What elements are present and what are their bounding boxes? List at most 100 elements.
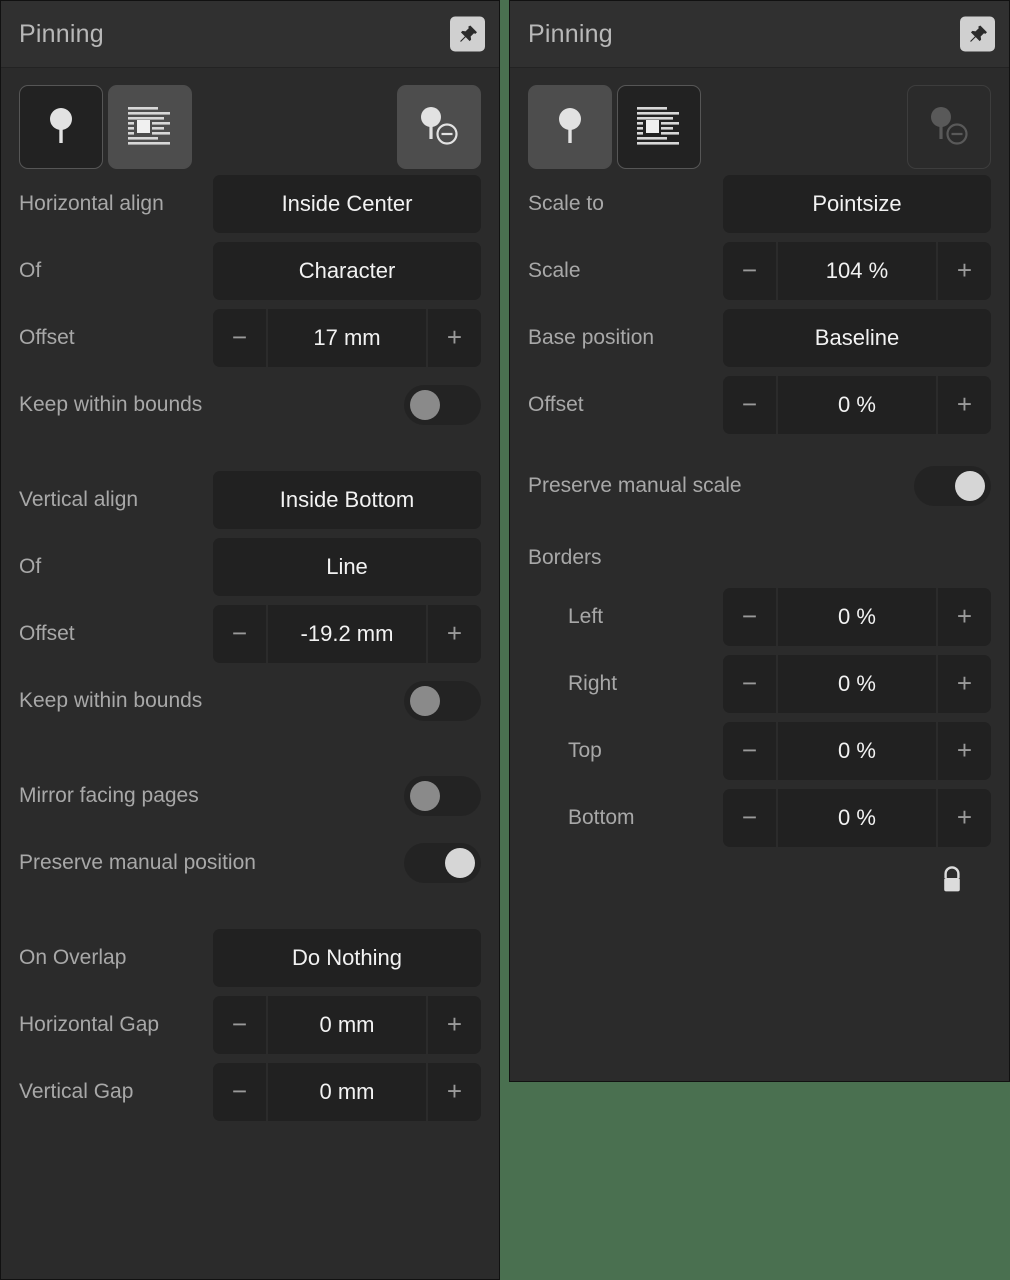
minus-icon[interactable]: − <box>213 308 266 367</box>
stepper-value[interactable]: 0 mm <box>268 1062 426 1121</box>
setting-control: −0 % + <box>723 788 991 847</box>
minus-icon[interactable]: − <box>723 375 776 434</box>
dropdown-of[interactable]: Character <box>213 241 481 300</box>
setting-label: Base position <box>528 325 655 349</box>
dropdown-vertical-align[interactable]: Inside Bottom <box>213 470 481 529</box>
setting-row-bottom: Bottom −0 % + <box>510 784 1009 851</box>
setting-label: Keep within bounds <box>19 392 203 416</box>
toggle-keep-within-bounds[interactable] <box>404 680 481 721</box>
toggle-keep-within-bounds[interactable] <box>404 384 481 425</box>
text-wrap-anchor-icon-button[interactable] <box>108 85 192 169</box>
plus-icon[interactable]: + <box>938 241 991 300</box>
minus-icon[interactable]: − <box>723 241 776 300</box>
dropdown-horizontal-align[interactable]: Inside Center <box>213 174 481 233</box>
text-wrap-anchor-icon-button[interactable] <box>617 85 701 169</box>
plus-icon[interactable]: + <box>938 375 991 434</box>
setting-label: Vertical Gap <box>19 1079 134 1103</box>
dropdown-of[interactable]: Line <box>213 537 481 596</box>
setting-row-keep-within-bounds: Keep within bounds <box>1 371 499 438</box>
setting-row-scale: Scale −104 % + <box>510 237 1009 304</box>
pin-icon[interactable] <box>960 16 995 52</box>
remove-pin-icon-button[interactable] <box>397 85 481 169</box>
stepper-value[interactable]: 17 mm <box>268 308 426 367</box>
stepper-offset: −17 mm + <box>213 308 481 367</box>
setting-row-of: Of Line <box>1 533 499 600</box>
dropdown-scale-to[interactable]: Pointsize <box>723 174 991 233</box>
setting-row-preserve-manual-position: Preserve manual position <box>1 829 499 896</box>
setting-row-right: Right −0 % + <box>510 650 1009 717</box>
minus-icon[interactable]: − <box>723 788 776 847</box>
setting-control: −0 % + <box>723 587 991 646</box>
anchor-pin-icon <box>559 108 581 143</box>
panel-header-right: Pinning <box>510 1 1009 68</box>
setting-control: Inside Center <box>213 174 481 233</box>
toggle-preserve-manual-position[interactable] <box>404 842 481 883</box>
desktop-background: Pinning Horizontal align Inside Center O… <box>0 0 1010 1280</box>
setting-control: −0 % + <box>723 375 991 434</box>
setting-row-vertical-align: Vertical align Inside Bottom <box>1 466 499 533</box>
setting-row-left: Left −0 % + <box>510 583 1009 650</box>
remove-pin-icon <box>421 107 458 145</box>
setting-control <box>404 775 481 816</box>
toggle-mirror-facing-pages[interactable] <box>404 775 481 816</box>
dropdown-on-overlap[interactable]: Do Nothing <box>213 928 481 987</box>
setting-label: On Overlap <box>19 945 127 969</box>
setting-row-vertical-gap: Vertical Gap −0 mm + <box>1 1058 499 1125</box>
anchor-pin-icon <box>50 108 72 143</box>
setting-row-offset: Offset −0 % + <box>510 371 1009 438</box>
setting-control: −0 mm + <box>213 1062 481 1121</box>
plus-icon[interactable]: + <box>938 587 991 646</box>
setting-label: Of <box>19 258 42 282</box>
setting-row-preserve-manual-scale: Preserve manual scale <box>510 452 1009 519</box>
setting-control <box>404 842 481 883</box>
minus-icon[interactable]: − <box>213 995 266 1054</box>
plus-icon[interactable]: + <box>428 308 481 367</box>
plus-icon[interactable]: + <box>938 721 991 780</box>
group-separator <box>1 734 499 762</box>
plus-icon[interactable]: + <box>938 788 991 847</box>
plus-icon[interactable]: + <box>428 604 481 663</box>
stepper-value[interactable]: 0 % <box>778 788 936 847</box>
toggle-preserve-manual-scale[interactable] <box>914 465 991 506</box>
plus-icon[interactable]: + <box>428 1062 481 1121</box>
minus-icon[interactable]: − <box>213 604 266 663</box>
setting-control: −0 mm + <box>213 995 481 1054</box>
minus-icon[interactable]: − <box>723 721 776 780</box>
setting-control: Pointsize <box>723 174 991 233</box>
setting-control: −0 % + <box>723 721 991 780</box>
plus-icon[interactable]: + <box>428 995 481 1054</box>
stepper-value[interactable]: -19.2 mm <box>268 604 426 663</box>
lock-closed-icon[interactable] <box>935 863 969 897</box>
minus-icon[interactable]: − <box>213 1062 266 1121</box>
pin-icon[interactable] <box>450 16 485 52</box>
setting-label: Vertical align <box>19 487 139 511</box>
stepper-value[interactable]: 0 mm <box>268 995 426 1054</box>
setting-row-keep-within-bounds: Keep within bounds <box>1 667 499 734</box>
setting-control: −104 % + <box>723 241 991 300</box>
minus-icon[interactable]: − <box>723 654 776 713</box>
group-separator <box>510 519 1009 533</box>
anchor-pin-icon-button[interactable] <box>528 85 612 169</box>
setting-label: Top <box>568 738 602 762</box>
stepper-value[interactable]: 0 % <box>778 654 936 713</box>
setting-label: Offset <box>19 325 75 349</box>
setting-row-of: Of Character <box>1 237 499 304</box>
stepper-offset: − -19.2 mm + <box>213 604 481 663</box>
setting-control: − -19.2 mm + <box>213 604 481 663</box>
stepper-value[interactable]: 104 % <box>778 241 936 300</box>
setting-control <box>404 384 481 425</box>
plus-icon[interactable]: + <box>938 654 991 713</box>
stepper-value[interactable]: 0 % <box>778 375 936 434</box>
dropdown-base-position[interactable]: Baseline <box>723 308 991 367</box>
toggle-knob <box>410 685 440 716</box>
stepper-vertical-gap: −0 mm + <box>213 1062 481 1121</box>
anchor-pin-icon-button[interactable] <box>19 85 103 169</box>
setting-row-on-overlap: On Overlap Do Nothing <box>1 924 499 991</box>
setting-row-offset: Offset − -19.2 mm + <box>1 600 499 667</box>
minus-icon[interactable]: − <box>723 587 776 646</box>
setting-row-horizontal-align: Horizontal align Inside Center <box>1 170 499 237</box>
setting-label: Horizontal Gap <box>19 1012 160 1036</box>
stepper-value[interactable]: 0 % <box>778 587 936 646</box>
setting-control: −0 % + <box>723 654 991 713</box>
stepper-value[interactable]: 0 % <box>778 721 936 780</box>
